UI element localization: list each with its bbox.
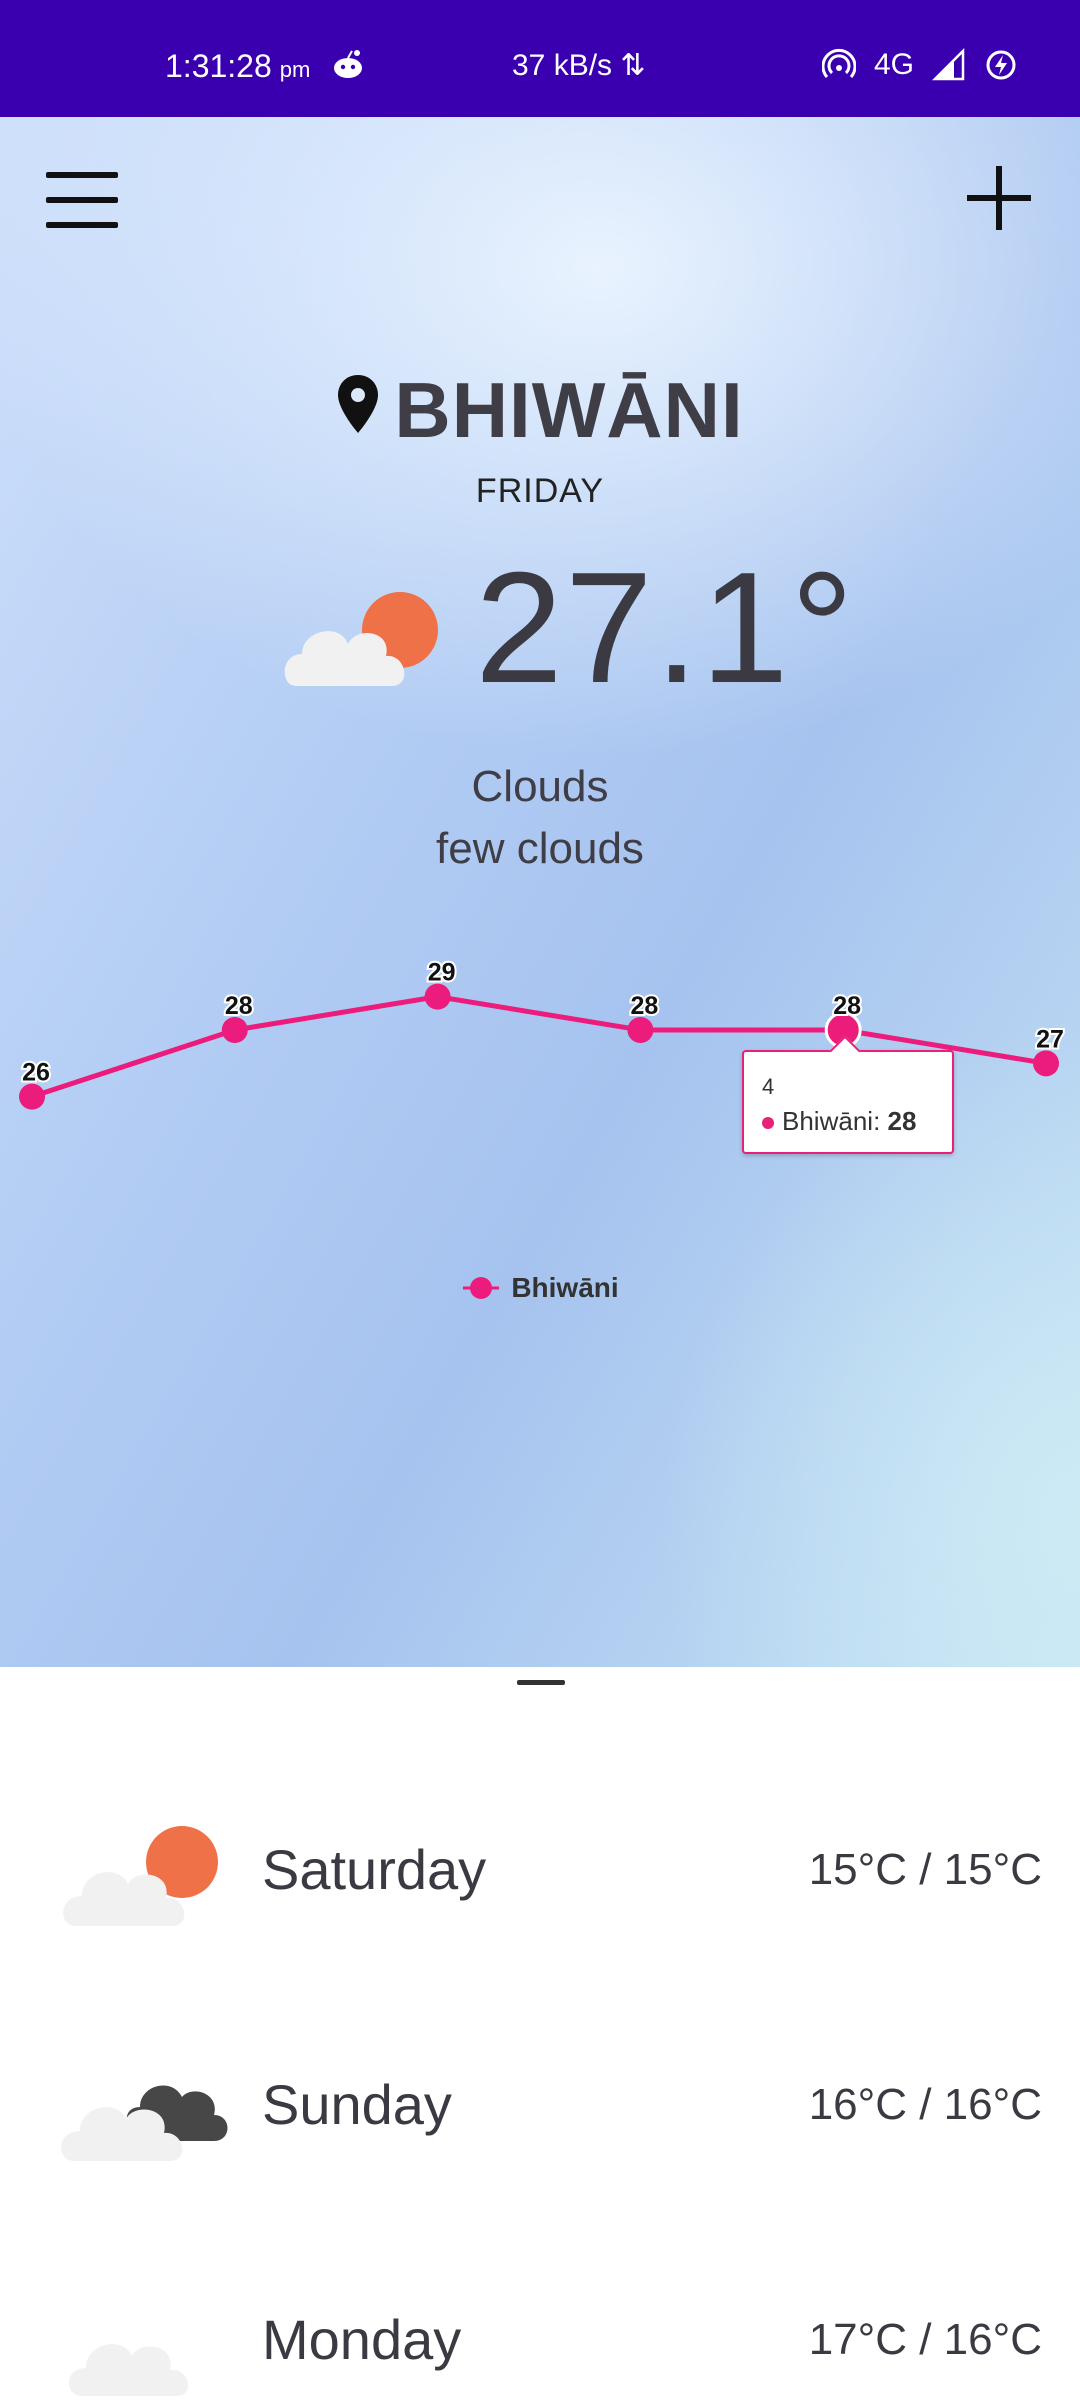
tooltip-row: Bhiwāni: 28 bbox=[762, 1106, 916, 1137]
status-bar: 1:31:28 pm 37 kB/s ⇅ 4G bbox=[0, 0, 1080, 117]
battery-saver-icon bbox=[986, 50, 1016, 80]
weather-condition: Clouds bbox=[471, 762, 609, 811]
data-label: 26 bbox=[22, 1059, 50, 1087]
signal-icon bbox=[932, 48, 965, 81]
tooltip-series-dot bbox=[762, 1117, 774, 1130]
sheet-drag-handle[interactable] bbox=[517, 1680, 565, 1685]
network-speed: 37 kB/s ⇅ bbox=[512, 49, 646, 82]
data-transfer-icon: ⇅ bbox=[620, 49, 646, 82]
legend-label: Bhiwāni bbox=[511, 1272, 619, 1303]
forecast-temps: 15°C / 15°C bbox=[808, 1845, 1042, 1894]
reddit-notification-icon bbox=[334, 50, 362, 78]
forecast-row[interactable]: Sunday 16°C / 16°C bbox=[0, 2032, 1080, 2172]
forecast-temps: 16°C / 16°C bbox=[808, 2080, 1042, 2129]
forecast-row[interactable]: Monday 17°C / 16°C bbox=[0, 2267, 1080, 2407]
forecast-row[interactable]: Saturday 15°C / 15°C bbox=[0, 1797, 1080, 1937]
data-point[interactable] bbox=[424, 983, 451, 1010]
data-point[interactable] bbox=[627, 1017, 654, 1043]
location-pin-icon bbox=[338, 374, 379, 433]
weather-description: few clouds bbox=[436, 824, 644, 873]
forecast-day: Saturday bbox=[262, 1838, 487, 1901]
forecast-day: Monday bbox=[262, 2308, 462, 2371]
data-point[interactable] bbox=[221, 1017, 248, 1043]
legend-marker bbox=[463, 1277, 500, 1299]
forecast-sheet[interactable]: Saturday 15°C / 15°C Sunday 16°C / 16°C … bbox=[0, 1667, 1080, 2400]
tooltip-series: Bhiwāni bbox=[782, 1106, 874, 1136]
data-point[interactable] bbox=[19, 1083, 45, 1110]
forecast-day: Sunday bbox=[262, 2073, 452, 2136]
current-day: FRIDAY bbox=[475, 472, 605, 510]
tooltip-value: 28 bbox=[887, 1106, 917, 1136]
partly-cloudy-icon bbox=[63, 1826, 218, 1926]
add-city-button[interactable] bbox=[967, 166, 1031, 230]
status-time: 1:31:28 pm bbox=[165, 48, 311, 84]
partly-cloudy-icon bbox=[284, 592, 438, 686]
network-type: 4G bbox=[874, 48, 915, 81]
data-label: 28 bbox=[630, 992, 658, 1020]
cloud-icon bbox=[68, 2344, 189, 2396]
data-point[interactable] bbox=[1033, 1050, 1059, 1077]
hotspot-icon bbox=[822, 48, 856, 78]
data-label: 29 bbox=[428, 959, 456, 987]
chart-tooltip: 4 Bhiwāni: 28 bbox=[742, 1050, 954, 1154]
tooltip-x-label: 4 bbox=[762, 1074, 775, 1099]
status-ampm: pm bbox=[279, 57, 311, 82]
data-label: 27 bbox=[1036, 1025, 1064, 1053]
current-temperature: 27.1° bbox=[475, 540, 856, 716]
menu-button[interactable] bbox=[46, 172, 118, 228]
dark-clouds-icon bbox=[61, 2085, 228, 2161]
data-label: 28 bbox=[225, 992, 253, 1020]
status-icons: 4G bbox=[822, 48, 1018, 82]
location-header: BHIWĀNI bbox=[0, 365, 1080, 456]
chart-legend[interactable]: Bhiwāni bbox=[0, 1272, 1080, 1304]
forecast-temps: 17°C / 16°C bbox=[808, 2315, 1042, 2364]
city-name: BHIWĀNI bbox=[394, 366, 744, 454]
data-label: 28 bbox=[833, 992, 861, 1020]
main-panel bbox=[0, 117, 1080, 1667]
